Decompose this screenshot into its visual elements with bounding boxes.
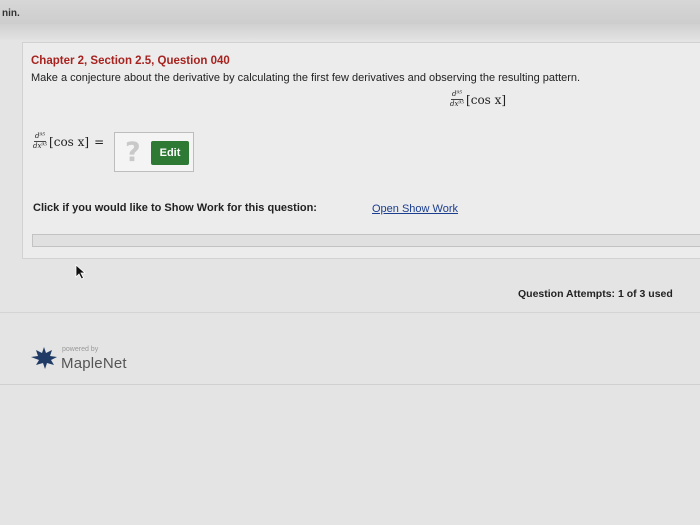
open-show-work-link[interactable]: Open Show Work bbox=[372, 203, 458, 215]
derivative-numerator: d⁹⁵ bbox=[450, 90, 464, 100]
footer-divider bbox=[0, 384, 700, 385]
show-work-label: Click if you would like to Show Work for… bbox=[33, 202, 317, 214]
divider bbox=[0, 312, 700, 313]
display-expression: d⁹⁵ dx⁹⁵ [cos x] bbox=[450, 91, 506, 108]
derivative-operator: d⁹⁵ dx⁹⁵ bbox=[450, 91, 464, 108]
powered-by-text: powered by bbox=[62, 346, 99, 353]
question-mark-icon: ? bbox=[125, 137, 141, 168]
browser-top-bar: nin. bbox=[0, 0, 700, 25]
answer-input[interactable]: ? Edit bbox=[114, 132, 194, 172]
answer-derivative-operator: d⁹⁵ dx⁹⁵ bbox=[33, 133, 47, 150]
answer-function-text: [cos x] bbox=[49, 134, 90, 149]
question-prompt: Make a conjecture about the derivative b… bbox=[31, 72, 581, 84]
function-text: [cos x] bbox=[466, 92, 507, 107]
header-shadow bbox=[0, 24, 700, 40]
answer-derivative-numerator: d⁹⁵ bbox=[33, 132, 47, 142]
maplenet-leaf-icon bbox=[30, 346, 58, 375]
show-work-field[interactable] bbox=[32, 234, 700, 247]
equals-sign: = bbox=[94, 134, 105, 149]
window-title-fragment: nin. bbox=[2, 8, 20, 19]
mouse-cursor-icon bbox=[75, 264, 87, 285]
edit-button[interactable]: Edit bbox=[151, 141, 189, 165]
derivative-denominator: dx⁹⁵ bbox=[450, 100, 465, 108]
answer-derivative-denominator: dx⁹⁵ bbox=[33, 142, 48, 150]
question-title: Chapter 2, Section 2.5, Question 040 bbox=[31, 55, 230, 67]
question-attempts: Question Attempts: 1 of 3 used bbox=[518, 288, 673, 300]
maplenet-brand: MapleNet bbox=[61, 355, 127, 372]
answer-expression: d⁹⁵ dx⁹⁵ [cos x] = bbox=[33, 133, 104, 150]
